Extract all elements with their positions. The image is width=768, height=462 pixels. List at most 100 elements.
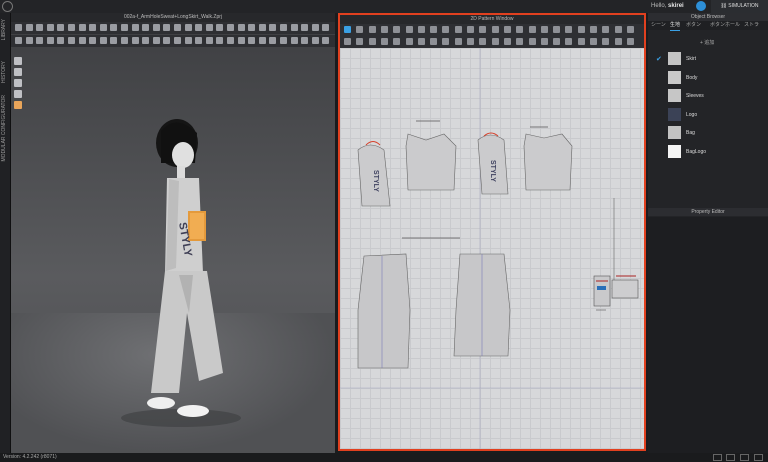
list-item[interactable]: Logo — [648, 106, 768, 125]
toolbar-tool-icon[interactable] — [417, 26, 425, 33]
toolbar-tool-icon[interactable] — [368, 38, 376, 45]
toolbar-tool-icon[interactable] — [590, 38, 597, 45]
username[interactable]: skirei — [668, 3, 684, 9]
clo-logo-icon — [2, 1, 13, 12]
toolbar-tool-icon[interactable] — [503, 38, 511, 45]
toolbar-tool-icon[interactable] — [540, 26, 548, 33]
fabric-swatch — [668, 89, 681, 103]
toolbar-tool-icon[interactable] — [614, 26, 622, 33]
user-greeting: Hello, skirei — [651, 3, 684, 9]
toolbar-tool-icon[interactable] — [454, 26, 462, 33]
top-bar: Hello, skirei ⛓ SIMULATION — [0, 0, 768, 13]
avatar-render: STYLY — [121, 119, 241, 427]
toolbar-tool-icon[interactable] — [479, 38, 487, 45]
property-editor-panel — [648, 217, 768, 453]
tab-history[interactable]: HISTORY — [1, 61, 7, 83]
right-panel: Object Browser シーン 生地 ボタン ボタンホール ストラ + 追… — [648, 13, 768, 453]
toolbar-tool-icon[interactable] — [516, 26, 524, 33]
toolbar-tool-icon[interactable] — [344, 26, 351, 33]
checkmark-icon: ✔ — [656, 56, 662, 63]
list-item[interactable]: Body — [648, 69, 768, 88]
toolbar-tool-icon[interactable] — [417, 38, 425, 45]
toolbar-tool-icon[interactable] — [430, 38, 438, 45]
cloud-icon[interactable] — [696, 1, 706, 11]
toolbar-tool-icon[interactable] — [479, 26, 487, 33]
toolbar-tool-icon[interactable] — [565, 26, 573, 33]
toolbar-tool-icon[interactable] — [467, 26, 474, 33]
pattern-body-back — [523, 133, 573, 191]
toolbar-tool-icon[interactable] — [577, 26, 585, 33]
toolbar-tool-icon[interactable] — [405, 26, 413, 33]
pattern-bag-side — [611, 279, 639, 299]
tab-fabric[interactable]: 生地 — [670, 21, 681, 31]
simulation-label: SIMULATION — [728, 3, 759, 9]
pattern-window[interactable]: 2D Pattern Window STYLY STYLY — [338, 13, 646, 451]
3d-viewport[interactable]: 002a-f_ArmHoleSweat+LongSkirt_Walk.Zprj … — [11, 13, 335, 453]
tab-buttonhole[interactable]: ボタンホール — [710, 21, 740, 30]
toolbar-tool-icon[interactable] — [503, 26, 511, 33]
toolbar-tool-icon[interactable] — [393, 38, 401, 45]
toolbar-tool-icon[interactable] — [626, 38, 634, 45]
tab-strap[interactable]: ストラ — [744, 21, 759, 30]
toolbar-tool-icon[interactable] — [430, 26, 438, 33]
toolbar-tool-icon[interactable] — [368, 26, 376, 33]
view-single-icon[interactable] — [713, 454, 722, 461]
toolbar-tool-icon[interactable] — [393, 26, 401, 33]
toolbar-tool-icon[interactable] — [344, 38, 351, 45]
toolbar-tool-icon[interactable] — [602, 38, 610, 45]
toolbar-tool-icon[interactable] — [528, 38, 536, 45]
property-editor-title: Property Editor — [648, 208, 768, 216]
list-item[interactable]: Sleeves — [648, 87, 768, 106]
fabric-swatch — [668, 144, 681, 158]
toolbar-tool-icon[interactable] — [590, 26, 597, 33]
pattern-canvas[interactable]: STYLY STYLY — [340, 48, 644, 449]
tab-library[interactable]: LIBRARY — [1, 19, 7, 40]
toolbar-tool-icon[interactable] — [491, 26, 499, 33]
pattern-print-text-right: STYLY — [489, 160, 496, 182]
tab-scene[interactable]: シーン — [651, 21, 666, 30]
fabric-swatch — [668, 70, 681, 84]
simulation-button[interactable]: ⛓ SIMULATION — [711, 0, 768, 13]
side-tabs: LIBRARY HISTORY MODULAR CONFIGURATOR — [0, 13, 11, 453]
view-pattern-icon[interactable] — [740, 454, 749, 461]
toolbar-tool-icon[interactable] — [528, 26, 536, 33]
add-row: + 追加 — [648, 37, 768, 46]
toolbar-tool-icon[interactable] — [491, 38, 499, 45]
toolbar-tool-icon[interactable] — [380, 38, 388, 45]
pattern-pieces: STYLY STYLY — [340, 48, 644, 449]
pattern-window-title: 2D Pattern Window — [340, 15, 644, 24]
toolbar-tool-icon[interactable] — [442, 26, 450, 33]
app-window: Hello, skirei ⛓ SIMULATION LIBRARY HISTO… — [0, 0, 768, 462]
add-fabric-button[interactable]: + 追加 — [700, 39, 714, 46]
greeting-text: Hello, — [651, 3, 667, 9]
view-3d-icon[interactable] — [754, 454, 763, 461]
toolbar-tool-icon[interactable] — [614, 38, 622, 45]
toolbar-tool-icon[interactable] — [602, 26, 610, 33]
list-item[interactable]: Bag — [648, 124, 768, 143]
toolbar-tool-icon[interactable] — [553, 38, 561, 45]
fabric-name: Skirt — [686, 56, 696, 62]
toolbar-tool-icon[interactable] — [626, 26, 634, 33]
tab-button[interactable]: ボタン — [686, 21, 701, 30]
list-item[interactable]: BagLogo — [648, 143, 768, 162]
toolbar-tool-icon[interactable] — [467, 38, 474, 45]
toolbar-tool-icon[interactable] — [356, 38, 364, 45]
fabric-name: Body — [686, 74, 698, 81]
toolbar-tool-icon[interactable] — [553, 26, 561, 33]
tab-modular-configurator[interactable]: MODULAR CONFIGURATOR — [1, 95, 7, 161]
pattern-print-text-left: STYLY — [372, 170, 379, 192]
toolbar-tool-icon[interactable] — [380, 26, 388, 33]
toolbar-tool-icon[interactable] — [577, 38, 585, 45]
toolbar-tool-icon[interactable] — [454, 38, 462, 45]
version-label: Version: 4.2.242 (r8071) — [3, 454, 57, 460]
toolbar-tool-icon[interactable] — [442, 38, 450, 45]
toolbar-tool-icon[interactable] — [540, 38, 548, 45]
toolbar-tool-icon[interactable] — [405, 38, 413, 45]
toolbar-tool-icon[interactable] — [356, 26, 364, 33]
list-item[interactable]: ✔ Skirt — [648, 50, 768, 69]
pattern-skirt-front — [357, 253, 411, 369]
toolbar-tool-icon[interactable] — [516, 38, 524, 45]
view-split-icon[interactable] — [726, 454, 735, 461]
fabric-name: Logo — [686, 111, 698, 118]
toolbar-tool-icon[interactable] — [565, 38, 573, 45]
